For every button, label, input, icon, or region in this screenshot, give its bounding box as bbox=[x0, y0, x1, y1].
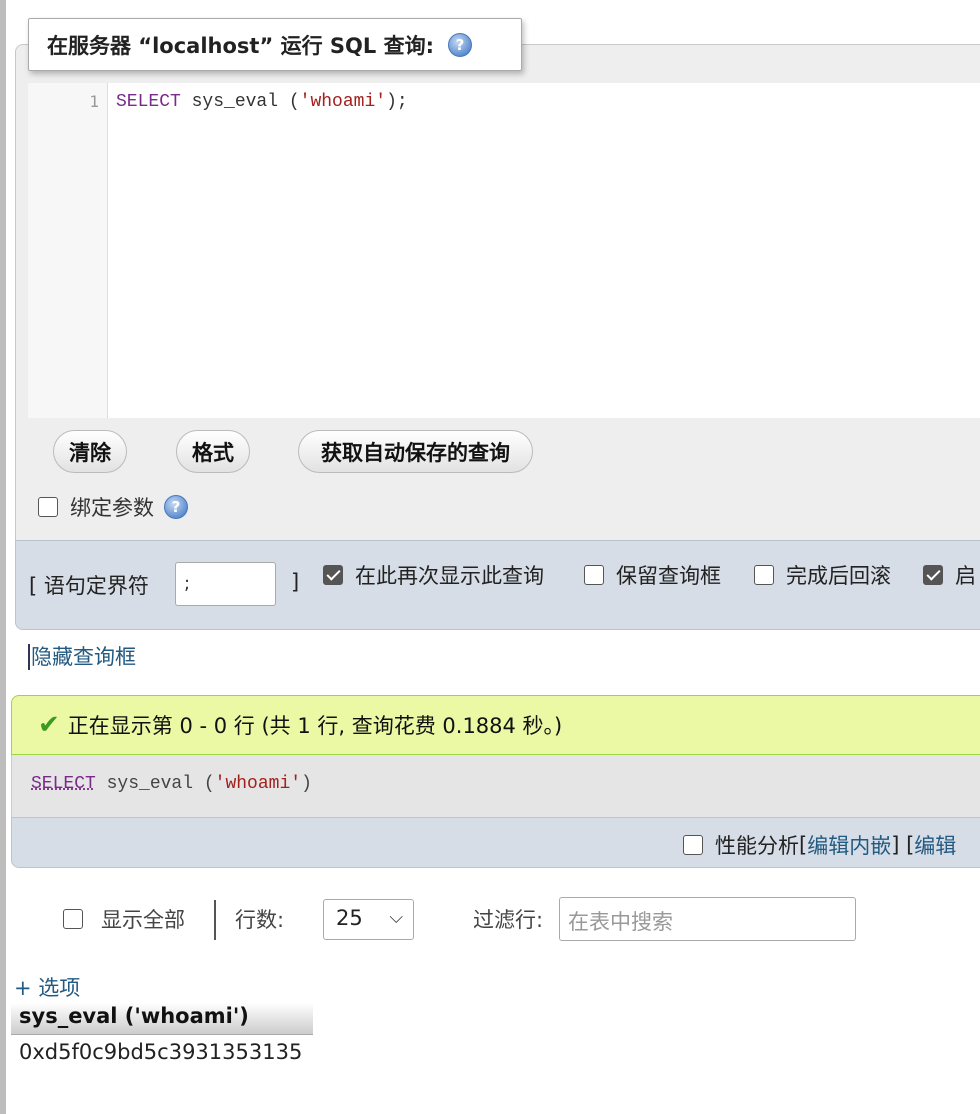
chevron-down-icon: ⌵ bbox=[389, 907, 403, 928]
success-message-box: ✔ 正在显示第 0 - 0 行 (共 1 行, 查询花费 0.1884 秒。) bbox=[11, 695, 980, 755]
rows-label: 行数: bbox=[235, 908, 285, 932]
show-all-option[interactable]: 显示全部 bbox=[63, 897, 185, 941]
bind-parameters-row: 绑定参数 ? bbox=[38, 492, 188, 522]
sql-editor[interactable]: 1 SELECT sys_eval ('whoami'); bbox=[28, 83, 980, 418]
sql-keyword-link[interactable]: SELECT bbox=[31, 774, 96, 794]
checkmark-icon: ✔ bbox=[38, 710, 60, 740]
profiling-label: 性能分析 bbox=[715, 834, 799, 858]
code-string: 'whoami' bbox=[299, 92, 387, 112]
option-label: 完成后回滚 bbox=[786, 564, 891, 588]
profiling-option: 性能分析 [ 编辑内嵌 ] [ 编辑 bbox=[683, 830, 956, 860]
code-end: ); bbox=[386, 92, 408, 112]
show-all-checkbox[interactable] bbox=[63, 909, 83, 929]
rows-per-page-value: 25 bbox=[336, 906, 363, 930]
editor-gutter: 1 bbox=[28, 83, 108, 418]
profiling-checkbox[interactable] bbox=[683, 835, 703, 855]
delimiter-close-bracket: ] bbox=[291, 570, 300, 594]
profiling-bar: 性能分析 [ 编辑内嵌 ] [ 编辑 bbox=[11, 817, 980, 868]
bracket-open: [ bbox=[799, 833, 808, 857]
executed-sql-line: SELECT sys_eval ('whoami') bbox=[31, 774, 312, 794]
sql-end: ) bbox=[301, 774, 312, 794]
help-icon[interactable]: ? bbox=[447, 32, 472, 57]
show-query-again-checkbox[interactable] bbox=[323, 565, 343, 585]
get-autosaved-query-button[interactable]: 获取自动保存的查询 bbox=[298, 430, 533, 473]
option-label: 在此再次显示此查询 bbox=[355, 564, 544, 588]
query-panel-title: 在服务器 “localhost” 运行 SQL 查询: ? bbox=[28, 18, 522, 71]
option-rollback-when-finished[interactable]: 完成后回滚 bbox=[754, 560, 891, 590]
options-link[interactable]: + 选项 bbox=[14, 972, 80, 1002]
result-column-header[interactable]: sys_eval ('whoami') bbox=[11, 1003, 313, 1035]
retain-query-box-checkbox[interactable] bbox=[584, 565, 604, 585]
delimiter-label: [ 语句定界符 bbox=[29, 574, 149, 598]
delimiter-input[interactable]: ; bbox=[175, 562, 276, 606]
hide-query-box-link[interactable]: 隐藏查询框 bbox=[28, 644, 136, 670]
editor-code-line[interactable]: SELECT sys_eval ('whoami'); bbox=[116, 92, 408, 112]
foreign-key-checks-checkbox[interactable] bbox=[923, 565, 943, 585]
edit-link[interactable]: 编辑 bbox=[914, 830, 956, 860]
executed-sql-box: SELECT sys_eval ('whoami') bbox=[11, 755, 980, 817]
option-enable-foreign-key-checks[interactable]: 启 bbox=[923, 560, 976, 590]
rows-per-page-select[interactable]: 25 ⌵ bbox=[323, 899, 414, 940]
window-left-edge bbox=[0, 0, 6, 1114]
line-number: 1 bbox=[89, 92, 99, 111]
sql-function: sys_eval ( bbox=[95, 774, 215, 794]
filter-rows-input[interactable]: 在表中搜索 bbox=[559, 897, 856, 941]
success-message: 正在显示第 0 - 0 行 (共 1 行, 查询花费 0.1884 秒。) bbox=[67, 714, 563, 738]
show-all-label: 显示全部 bbox=[101, 908, 185, 932]
option-retain-query-box[interactable]: 保留查询框 bbox=[584, 560, 721, 590]
filter-rows-label: 过滤行: bbox=[473, 908, 544, 932]
nav-separator bbox=[214, 900, 216, 940]
code-function: sys_eval ( bbox=[180, 92, 300, 112]
query-panel-title-text: 在服务器 “localhost” 运行 SQL 查询: bbox=[47, 33, 434, 58]
option-label: 启 bbox=[955, 564, 976, 588]
option-label: 保留查询框 bbox=[616, 564, 721, 588]
sql-string: 'whoami' bbox=[214, 774, 302, 794]
bracket-mid: ] [ bbox=[891, 833, 915, 857]
code-keyword: SELECT bbox=[116, 92, 181, 112]
format-button[interactable]: 格式 bbox=[176, 430, 250, 473]
option-show-query-again[interactable]: 在此再次显示此查询 bbox=[323, 560, 544, 590]
clear-button[interactable]: 清除 bbox=[53, 430, 127, 473]
bind-parameters-label: 绑定参数 bbox=[70, 496, 154, 520]
rollback-checkbox[interactable] bbox=[754, 565, 774, 585]
result-cell: 0xd5f0c9bd5c3931353135 bbox=[19, 1040, 303, 1064]
edit-inline-link[interactable]: 编辑内嵌 bbox=[807, 830, 891, 860]
help-icon[interactable]: ? bbox=[164, 495, 188, 519]
bind-parameters-checkbox[interactable] bbox=[38, 497, 58, 517]
